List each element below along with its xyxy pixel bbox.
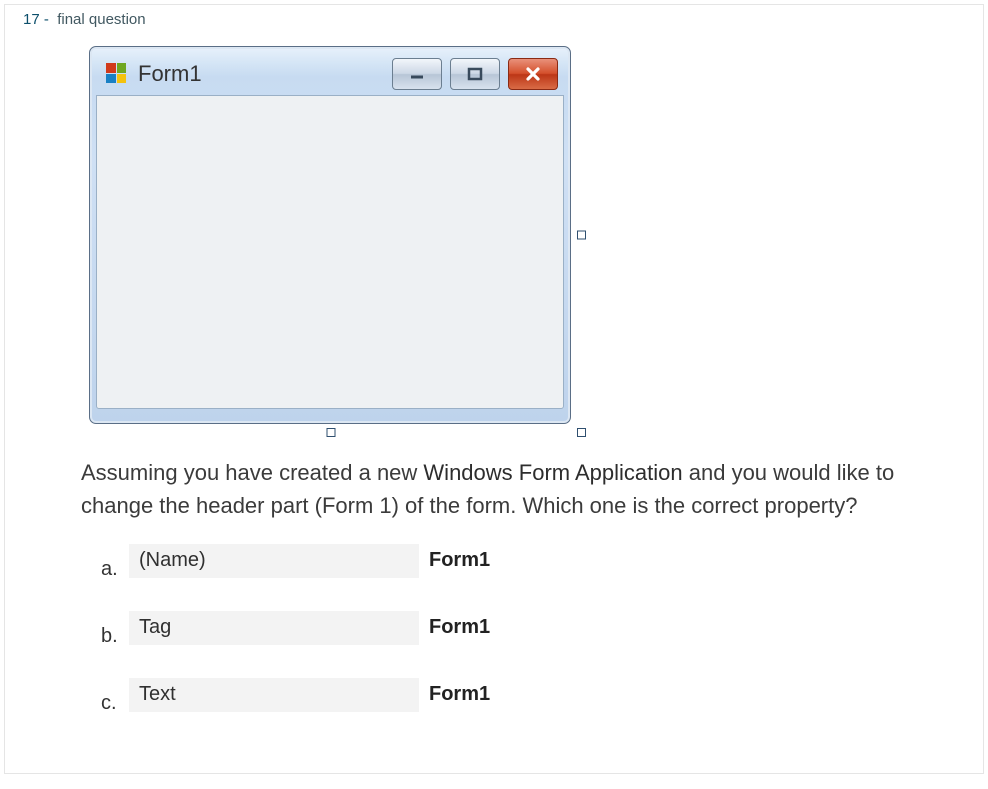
property-name: Text	[129, 683, 419, 706]
property-row: (Name) Form1	[129, 544, 559, 578]
minimize-button[interactable]	[392, 58, 442, 90]
windows-form-designer: Form1	[81, 38, 581, 432]
question-number: 17 -	[23, 11, 49, 28]
maximize-button[interactable]	[450, 58, 500, 90]
property-value: Form1	[419, 678, 559, 712]
question-header: 17 - final question	[23, 11, 973, 28]
resize-handle-corner-icon[interactable]	[577, 428, 586, 437]
option-letter: b.	[101, 607, 129, 648]
question-label: final question	[57, 11, 145, 28]
property-value: Form1	[419, 544, 559, 578]
property-name: Tag	[129, 616, 419, 639]
prompt-highlight: Windows Form Application	[423, 460, 682, 485]
property-name: (Name)	[129, 549, 419, 572]
form-client-area	[96, 95, 564, 409]
option-c[interactable]: c. Text Form1	[101, 674, 973, 715]
option-b[interactable]: b. Tag Form1	[101, 607, 973, 648]
question-card: 17 - final question Form1	[4, 4, 984, 774]
app-icon	[106, 63, 128, 85]
titlebar: Form1	[96, 53, 564, 95]
option-letter: c.	[101, 674, 129, 715]
window-title: Form1	[138, 61, 392, 87]
resize-handle-bottom-icon[interactable]	[327, 428, 336, 437]
form-window: Form1	[89, 46, 571, 424]
option-letter: a.	[101, 540, 129, 581]
property-row: Text Form1	[129, 678, 559, 712]
option-a[interactable]: a. (Name) Form1	[101, 540, 973, 581]
close-button[interactable]	[508, 58, 558, 90]
prompt-before: Assuming you have created a new	[81, 460, 423, 485]
property-row: Tag Form1	[129, 611, 559, 645]
window-buttons	[392, 58, 558, 90]
answer-options: a. (Name) Form1 b. Tag Form1 c. Text For…	[101, 540, 973, 715]
property-value: Form1	[419, 611, 559, 645]
resize-handle-right-icon[interactable]	[577, 231, 586, 240]
question-content: Form1	[81, 38, 973, 715]
question-prompt: Assuming you have created a new Windows …	[81, 456, 921, 522]
